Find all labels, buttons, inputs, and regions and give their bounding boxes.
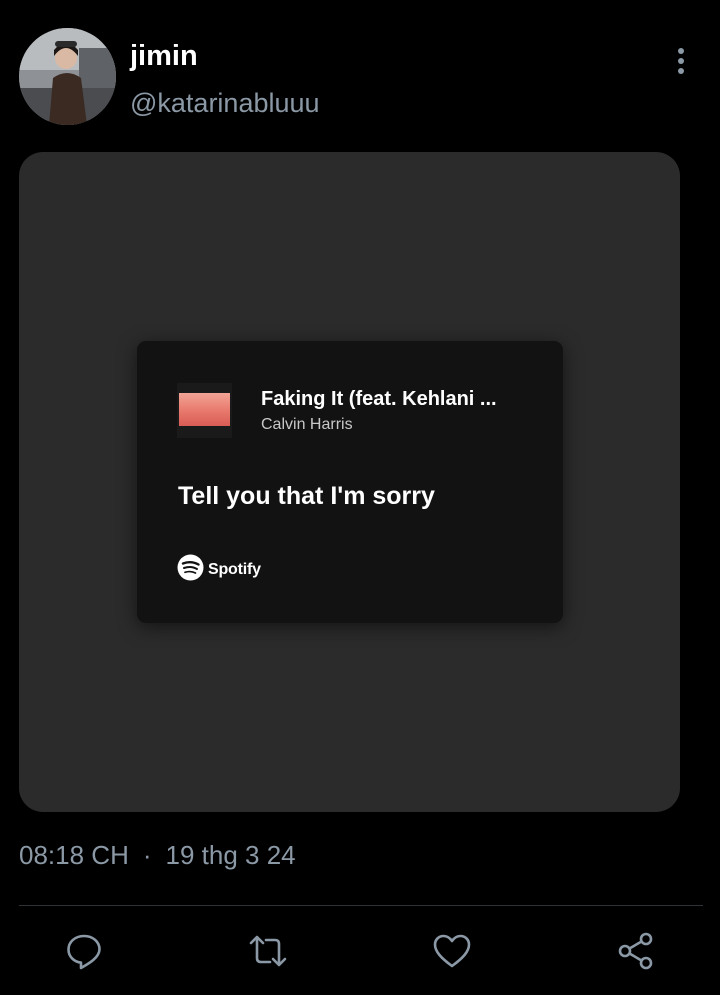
- display-name[interactable]: jimin: [130, 42, 198, 71]
- spotify-wordmark: Spotify: [208, 561, 261, 578]
- share-icon[interactable]: [616, 931, 656, 971]
- timestamp-separator: ·: [142, 840, 152, 870]
- lyric-line: Tell you that I'm sorry: [178, 482, 435, 510]
- reply-icon[interactable]: [64, 931, 104, 971]
- spotify-lyric-card: Faking It (feat. Kehlani ... Calvin Harr…: [137, 341, 563, 623]
- spotify-logo: Spotify: [177, 554, 261, 586]
- tweet-time: 08:18 CH: [19, 840, 129, 870]
- song-artist: Calvin Harris: [261, 416, 353, 433]
- album-art: [177, 383, 232, 438]
- divider: [19, 905, 703, 906]
- tweet-timestamp: 08:18 CH · 19 thg 3 24: [19, 842, 296, 868]
- tweet-date: 19 thg 3 24: [165, 840, 296, 870]
- spotify-icon: [177, 554, 204, 586]
- more-options-icon[interactable]: [664, 44, 698, 78]
- avatar[interactable]: [19, 28, 116, 125]
- tweet-media[interactable]: Faking It (feat. Kehlani ... Calvin Harr…: [19, 152, 680, 812]
- like-icon[interactable]: [432, 931, 472, 971]
- handle[interactable]: @katarinabluuu: [130, 90, 320, 117]
- retweet-icon[interactable]: [248, 931, 288, 971]
- song-title: Faking It (feat. Kehlani ...: [261, 388, 497, 410]
